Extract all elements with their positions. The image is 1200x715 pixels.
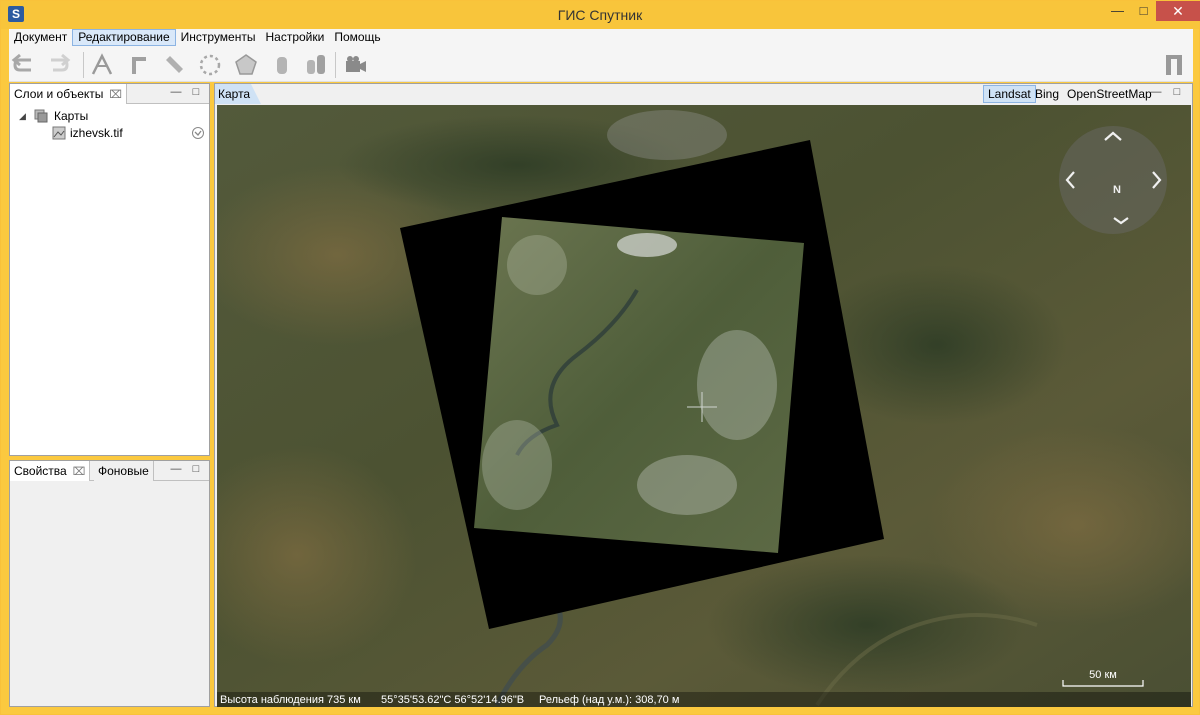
toolbar [9,46,1193,82]
tab-properties[interactable]: Свойства ⌧ [10,461,91,482]
tree-node-label: Карты [54,109,89,123]
ruler-icon [166,56,183,73]
properties-panel: Свойства ⌧ Фоновые — □ [9,460,210,707]
tab-background-label: Фоновые [98,464,149,478]
layer-bing-button[interactable]: Bing [1031,85,1063,103]
minimize-icon: — [1111,3,1124,18]
angle-button[interactable] [125,52,151,78]
tab-properties-label: Свойства [14,464,67,478]
tab-layers[interactable]: Слои и объекты ⌧ [10,84,128,105]
columns-button[interactable] [303,52,329,78]
map-panel: Карта Landsat Bing OpenStreetMap — □ N 5… [214,83,1193,707]
app-window: S ГИС Спутник — □ ✕ Документ Редактирован… [0,0,1200,715]
close-button[interactable]: ✕ [1156,1,1200,21]
properties-panel-header: Свойства ⌧ Фоновые — □ [10,461,209,481]
polyline-icon [91,53,113,75]
camera-button[interactable] [343,52,369,78]
panel-button[interactable] [1161,52,1187,78]
maximize-icon: □ [192,86,200,98]
circle-icon [199,54,221,76]
cylinder-button[interactable] [269,52,295,78]
undo-icon [11,53,31,72]
status-altitude: Высота наблюдения 735 км [220,694,361,706]
layer-osm-button[interactable]: OpenStreetMap [1063,85,1156,103]
satellite-imagery [217,105,1191,707]
tree-node-maps[interactable]: ◢ Карты [16,108,206,124]
maximize-panel-button[interactable]: □ [1171,87,1183,99]
circle-button[interactable] [197,52,223,78]
maximize-icon: □ [1173,86,1181,98]
minimize-icon: — [170,86,182,98]
redo-button[interactable] [47,52,73,78]
minimize-icon: — [170,463,182,475]
scale-ruler [1062,680,1144,687]
columns-icon [307,55,325,74]
polygon-icon [235,54,257,75]
navigation-compass[interactable]: N [1057,124,1169,236]
menu-settings[interactable]: Настройки [260,29,329,46]
close-tab-icon[interactable]: ⌧ [109,85,122,105]
status-elevation: Рельеф (над у.м.): 308,70 м [539,694,680,706]
visibility-check-icon[interactable] [191,126,205,140]
ruler-button[interactable] [161,52,187,78]
title-bar[interactable]: S ГИС Спутник — □ ✕ [1,1,1200,29]
status-bar: Высота наблюдения 735 км 55°35'53.62"С 5… [217,692,1191,707]
window-title: ГИС Спутник [557,7,643,23]
pan-up-icon[interactable] [1071,124,1083,136]
menu-edit[interactable]: Редактирование [72,29,176,46]
tree-node-label: izhevsk.tif [70,126,123,140]
layers-panel: Слои и объекты ⌧ — □ ◢ Карты izhevsk.tif [9,83,210,456]
menu-document[interactable]: Документ [9,29,72,46]
map-panel-header: Карта Landsat Bing OpenStreetMap — □ [215,84,1192,104]
close-icon: ✕ [1172,3,1184,19]
layer-landsat-button[interactable]: Landsat [983,85,1036,103]
minimize-panel-button[interactable]: — [170,87,182,99]
tab-map[interactable]: Карта [215,84,261,104]
minimize-panel-button[interactable]: — [170,464,182,476]
polygon-button[interactable] [233,52,259,78]
camera-icon [346,56,366,72]
toolbar-separator [335,52,336,78]
minimize-button[interactable]: — [1104,1,1131,21]
menu-tools[interactable]: Инструменты [176,29,261,46]
tree-expand-icon[interactable]: ◢ [19,108,26,124]
map-view[interactable]: N 50 км Высота наблюдения 735 км 55°35'5… [217,105,1191,707]
menu-bar: Документ Редактирование Инструменты Настрой… [9,29,1193,46]
layers-icon [34,109,48,123]
maximize-panel-button[interactable]: □ [190,464,202,476]
redo-icon [51,53,71,72]
toolbar-separator [83,52,84,78]
status-coordinates: 55°35'53.62"С 56°52'14.96"В [381,694,525,706]
panel-icon [1166,55,1182,75]
undo-button[interactable] [11,52,37,78]
compass-north-label: N [1113,184,1121,196]
angle-icon [132,57,146,74]
maximize-panel-button[interactable]: □ [190,87,202,99]
maximize-icon: □ [192,463,200,475]
raster-file-icon [52,126,66,140]
tab-background[interactable]: Фоновые [94,461,154,481]
tree-node-file[interactable]: izhevsk.tif [16,125,206,141]
tab-layers-label: Слои и объекты [14,87,104,101]
minimize-icon: — [1150,86,1162,98]
cylinder-icon [277,57,287,74]
maximize-button[interactable]: □ [1130,1,1157,21]
layers-panel-header: Слои и объекты ⌧ — □ [10,84,209,104]
maximize-icon: □ [1139,3,1148,18]
close-tab-icon[interactable]: ⌧ [73,462,86,482]
polyline-button[interactable] [89,52,115,78]
menu-help[interactable]: Помощь [329,29,385,46]
scale-bar: 50 км [1062,669,1144,687]
minimize-panel-button[interactable]: — [1150,87,1162,99]
